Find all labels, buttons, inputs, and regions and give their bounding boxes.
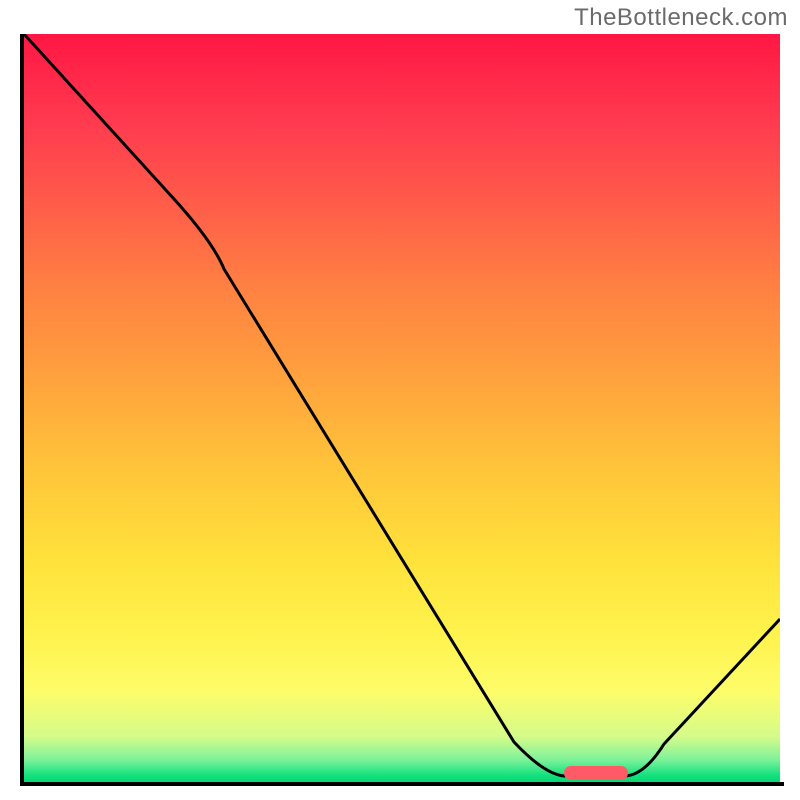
chart-area — [24, 34, 780, 782]
optimal-range-marker — [564, 766, 628, 780]
watermark-text: TheBottleneck.com — [574, 4, 788, 32]
x-axis — [20, 782, 784, 786]
curve-path — [24, 34, 780, 776]
line-plot — [24, 34, 780, 782]
y-axis — [20, 34, 24, 786]
